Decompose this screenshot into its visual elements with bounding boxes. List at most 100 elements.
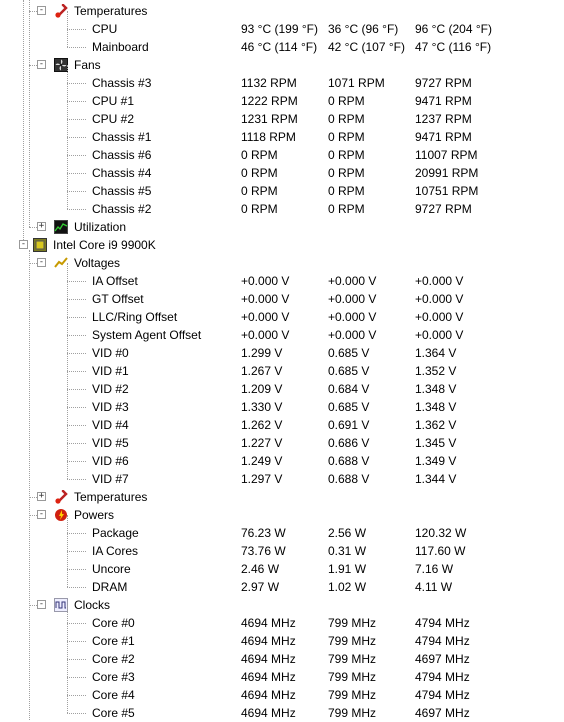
tree-group-row[interactable]: - Powers [0,506,564,524]
tree-guide-line [29,65,37,66]
sensor-value: 0 RPM [241,166,278,180]
tree-guide-line [67,515,68,587]
tree-guide-line [67,425,86,426]
expand-toggle[interactable]: + [37,492,46,501]
tree-guide-line [67,461,86,462]
sensor-name: Core #0 [92,616,135,630]
sensor-value: 1.227 V [241,436,283,450]
tree-guide-line [67,281,86,282]
tree-guide-line [67,299,86,300]
sensor-max: 1.364 V [415,346,457,360]
collapse-toggle[interactable]: - [37,60,46,69]
tree-guide-line [67,29,86,30]
tree-group-row[interactable]: - Fans [0,56,564,74]
tree-device-label: Intel Core i9 9900K [53,238,156,252]
tree-device-row[interactable]: - Intel Core i9 9900K [0,236,564,254]
tree-group-label: Utilization [74,220,127,234]
sensor-value: 1.299 V [241,346,283,360]
sensor-max: 9727 RPM [415,76,472,90]
expand-toggle[interactable]: + [37,222,46,231]
sensor-value: 0 RPM [241,184,278,198]
sensor-value: 2.46 W [241,562,280,576]
sensor-max: +0.000 V [415,310,464,324]
sensor-name: CPU #2 [92,112,135,126]
sensor-name: Chassis #3 [92,76,152,90]
tree-guide-line [67,533,86,534]
sensor-min: +0.000 V [328,328,377,342]
tree-guide-line [67,47,86,48]
sensor-min: 799 MHz [328,616,377,630]
sensor-max: 7.16 W [415,562,454,576]
collapse-toggle[interactable]: - [19,240,28,249]
sensor-min: 0 RPM [328,202,365,216]
sensor-min: 0.31 W [328,544,367,558]
tree-group-label: Clocks [74,598,111,612]
sensor-min: 2.56 W [328,526,367,540]
tree-group-row[interactable]: + Utilization [0,218,564,236]
sensor-max: 1.352 V [415,364,457,378]
tree-guide-line [67,353,86,354]
collapse-toggle[interactable]: - [37,6,46,15]
sensor-name: Mainboard [92,40,149,54]
sensor-value: +0.000 V [241,292,290,306]
sensor-name: Core #5 [92,706,135,720]
tree-group-row[interactable]: - Voltages [0,254,564,272]
sensor-min: 0.685 V [328,346,370,360]
sensor-name: VID #7 [92,472,129,486]
sensor-value: 4694 MHz [241,706,296,720]
sensor-value: 0 RPM [241,202,278,216]
sensor-value: +0.000 V [241,310,290,324]
sensor-max: 4697 MHz [415,652,470,666]
tree-group-label: Fans [74,58,101,72]
sensor-value: 4694 MHz [241,688,296,702]
voltage-icon [54,256,68,270]
sensor-name: VID #0 [92,346,129,360]
tree-guide-line [67,641,86,642]
sensor-max: 4794 MHz [415,670,470,684]
sensor-name: Core #4 [92,688,135,702]
sensor-tree: - Temperatures CPU 93 °C (199 °F) 36 °C (96 … [0,0,564,720]
tree-group-label: Temperatures [74,4,148,18]
sensor-name: DRAM [92,580,128,594]
sensor-max: 9727 RPM [415,202,472,216]
sensor-value: +0.000 V [241,274,290,288]
collapse-toggle[interactable]: - [37,258,46,267]
tree-group-row[interactable]: - Clocks [0,596,564,614]
sensor-max: 1.348 V [415,400,457,414]
sensor-value: 4694 MHz [241,616,296,630]
sensor-max: +0.000 V [415,292,464,306]
tree-group-row[interactable]: - Temperatures [0,2,564,20]
sensor-min: +0.000 V [328,274,377,288]
tree-guide-line [67,191,86,192]
sensor-max: 120.32 W [415,526,467,540]
sensor-min: 0.691 V [328,418,370,432]
sensor-max: 4794 MHz [415,634,470,648]
sensor-max: 1.349 V [415,454,457,468]
sensor-min: 0 RPM [328,148,365,162]
tree-guide-line [29,227,37,228]
sensor-name: IA Offset [92,274,138,288]
collapse-toggle[interactable]: - [37,600,46,609]
sensor-value: 1.249 V [241,454,283,468]
tree-guide-line [29,263,37,264]
sensor-min: 1071 RPM [328,76,385,90]
cpu-chip-icon [33,238,47,252]
tree-guide-line [67,371,86,372]
sensor-max: +0.000 V [415,328,464,342]
sensor-min: 799 MHz [328,652,377,666]
tree-guide-line [67,65,68,209]
sensor-value: 93 °C (199 °F) [241,22,318,36]
sensor-min: 0 RPM [328,130,365,144]
sensor-value: 4694 MHz [241,670,296,684]
sensor-name: CPU #1 [92,94,135,108]
sensor-max: 1.345 V [415,436,457,450]
thermometer-icon [54,489,68,504]
tree-group-row[interactable]: + Temperatures [0,488,564,506]
tree-guide-line [67,137,86,138]
sensor-min: 0 RPM [328,184,365,198]
sensor-name: Chassis #1 [92,130,152,144]
fan-icon [54,58,68,72]
sensor-min: 0 RPM [328,94,365,108]
sensor-name: Chassis #4 [92,166,152,180]
collapse-toggle[interactable]: - [37,510,46,519]
